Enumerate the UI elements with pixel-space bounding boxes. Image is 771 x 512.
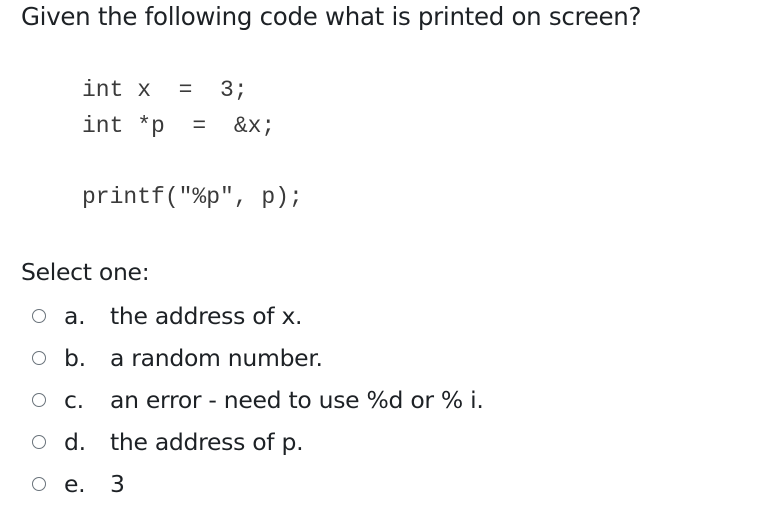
answer-option-b[interactable]: b. a random number. — [32, 341, 323, 375]
answer-option-a[interactable]: a. the address of x. — [32, 299, 303, 333]
option-label[interactable]: the address of x. — [110, 302, 303, 330]
option-letter: b. — [64, 344, 86, 372]
answer-option-d[interactable]: d. the address of p. — [32, 425, 304, 459]
option-label[interactable]: a random number. — [110, 344, 323, 372]
option-letter: c. — [64, 386, 84, 414]
option-label[interactable]: the address of p. — [110, 428, 304, 456]
option-letter: a. — [64, 302, 86, 330]
option-label[interactable]: an error - need to use %d or % i. — [110, 386, 484, 414]
select-one-prompt: Select one: — [21, 258, 150, 286]
answer-option-c[interactable]: c. an error - need to use %d or % i. — [32, 383, 484, 417]
radio-button-icon[interactable] — [32, 351, 46, 365]
radio-button-icon[interactable] — [32, 435, 46, 449]
option-letter: d. — [64, 428, 86, 456]
radio-button-icon[interactable] — [32, 477, 46, 491]
radio-button-icon[interactable] — [32, 393, 46, 407]
radio-button-icon[interactable] — [32, 309, 46, 323]
question-text: Given the following code what is printed… — [21, 2, 642, 31]
answer-option-e[interactable]: e. 3 — [32, 467, 125, 501]
code-line: int *p = &x; — [82, 113, 276, 139]
option-label[interactable]: 3 — [110, 470, 125, 498]
code-line: int x = 3; — [82, 77, 248, 103]
option-letter: e. — [64, 470, 86, 498]
code-line: printf("%p", p); — [82, 184, 303, 210]
